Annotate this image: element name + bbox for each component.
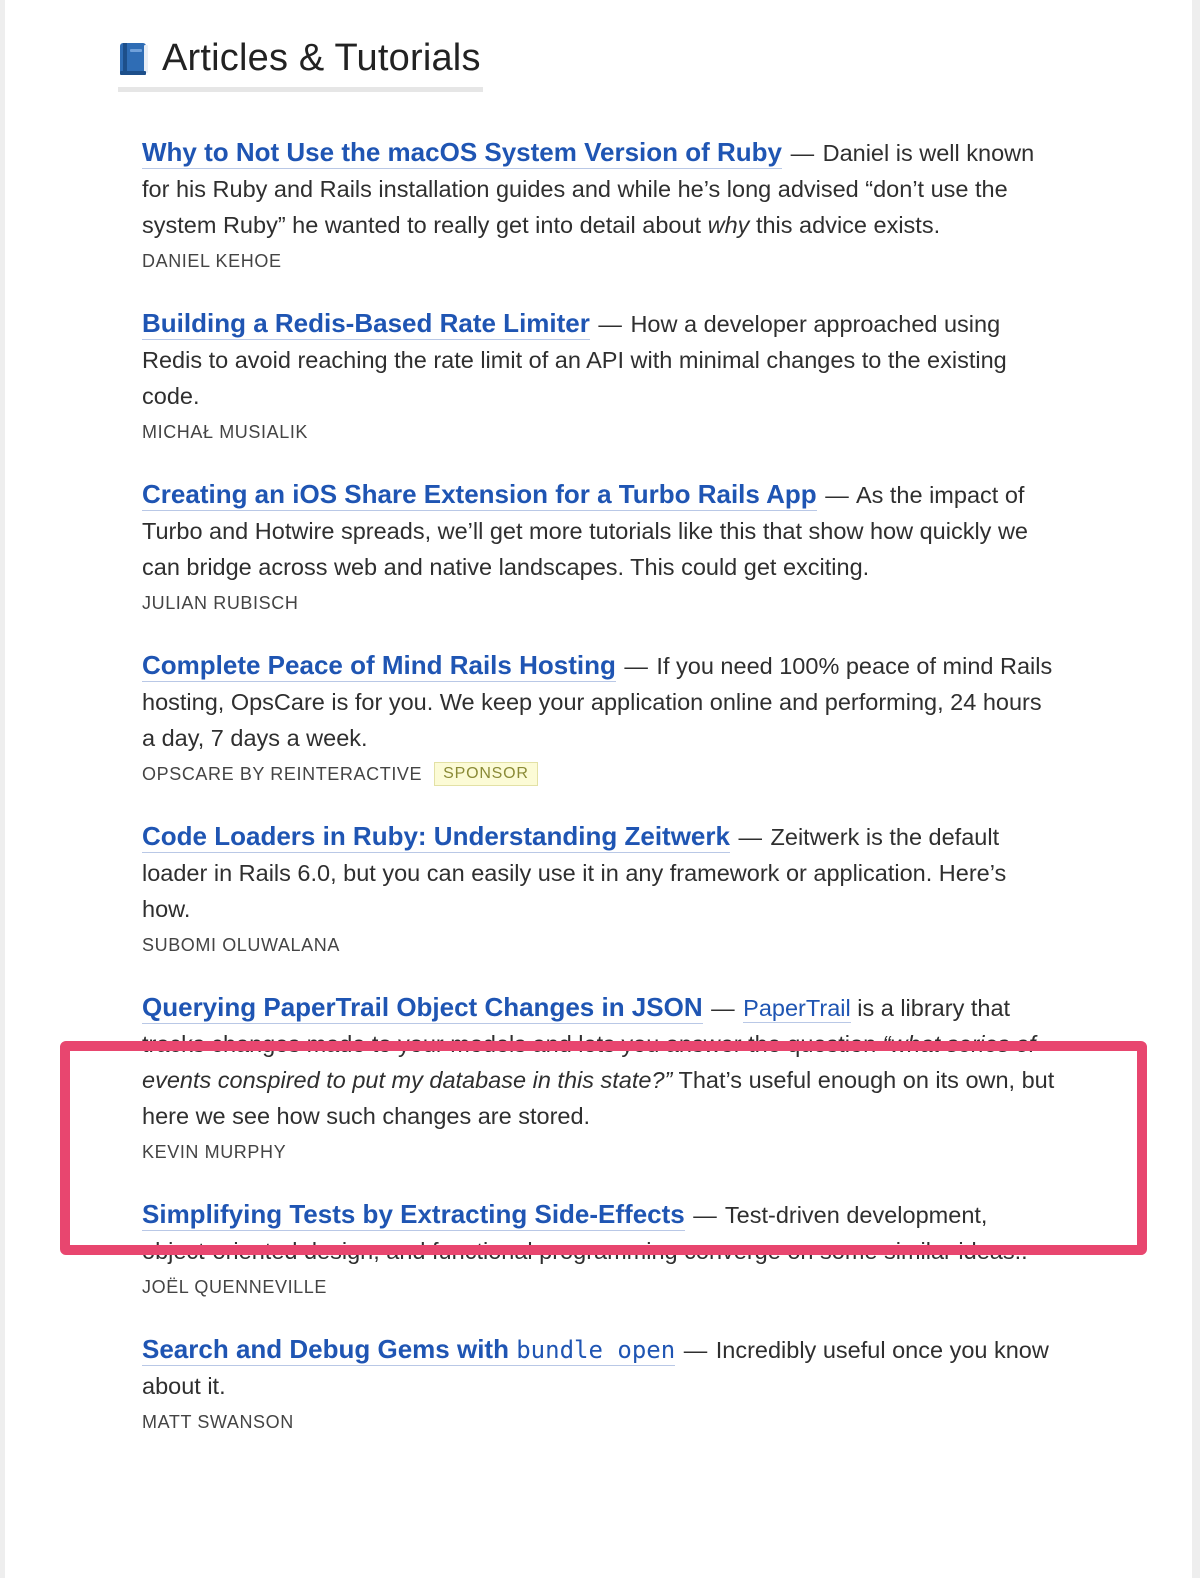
article-author: OPSCARE BY REINTERACTIVE — [142, 764, 423, 784]
author-row: DANIEL KEHOE — [142, 247, 1057, 275]
em-dash: — — [790, 140, 815, 166]
article-item: Complete Peace of Mind Rails Hosting — I… — [142, 647, 1057, 788]
author-row: JOËL QUENNEVILLE — [142, 1273, 1057, 1301]
article-body: Code Loaders in Ruby: Understanding Zeit… — [142, 818, 1057, 927]
em-dash: — — [598, 311, 622, 337]
em-dash: — — [825, 482, 849, 508]
article-title-link[interactable]: Creating an iOS Share Extension for a Tu… — [142, 479, 817, 511]
article-body: Complete Peace of Mind Rails Hosting — I… — [142, 647, 1057, 756]
left-page-edge — [0, 0, 5, 1578]
author-row: JULIAN RUBISCH — [142, 589, 1057, 617]
article-body: Creating an iOS Share Extension for a Tu… — [142, 476, 1057, 585]
section-title: Articles & Tutorials — [162, 37, 481, 79]
article-body: Querying PaperTrail Object Changes in JS… — [142, 989, 1057, 1134]
article-item: Building a Redis-Based Rate Limiter — Ho… — [142, 305, 1057, 446]
article-author: DANIEL KEHOE — [142, 251, 282, 271]
article-author: SUBOMI OLUWALANA — [142, 935, 340, 955]
article-title-link[interactable]: Querying PaperTrail Object Changes in JS… — [142, 992, 703, 1024]
author-row: KEVIN MURPHY — [142, 1138, 1057, 1166]
article-title-link[interactable]: Why to Not Use the macOS System Version … — [142, 137, 783, 169]
article-author: MICHAŁ MUSIALIK — [142, 422, 309, 442]
article-author: JOËL QUENNEVILLE — [142, 1277, 327, 1297]
section-header: Articles & Tutorials — [118, 36, 483, 92]
articles-list: Why to Not Use the macOS System Version … — [142, 134, 1057, 1436]
article-description: this advice exists. — [755, 212, 941, 238]
author-row: MATT SWANSON — [142, 1408, 1057, 1436]
author-row: OPSCARE BY REINTERACTIVE SPONSOR — [142, 760, 1057, 788]
em-dash: — — [738, 824, 763, 850]
author-row: SUBOMI OLUWALANA — [142, 931, 1057, 959]
article-description-emphasis: why — [707, 212, 750, 238]
article-body: Search and Debug Gems with bundle open —… — [142, 1331, 1057, 1404]
article-item-highlighted: Querying PaperTrail Object Changes in JS… — [142, 989, 1057, 1166]
article-title-link[interactable]: Code Loaders in Ruby: Understanding Zeit… — [142, 821, 730, 853]
em-dash: — — [624, 653, 648, 679]
article-title-link[interactable]: Building a Redis-Based Rate Limiter — [142, 308, 590, 340]
author-row: MICHAŁ MUSIALIK — [142, 418, 1057, 446]
right-page-edge — [1192, 0, 1200, 1578]
em-dash: — — [693, 1202, 717, 1228]
article-body: Why to Not Use the macOS System Version … — [142, 134, 1057, 243]
article-title-text: Search and Debug Gems with — [142, 1334, 509, 1364]
blue-book-icon — [120, 42, 148, 75]
em-dash: — — [711, 995, 735, 1021]
article-item: Creating an iOS Share Extension for a Tu… — [142, 476, 1057, 617]
article-author: JULIAN RUBISCH — [142, 593, 299, 613]
sponsor-badge: SPONSOR — [434, 762, 538, 786]
article-item: Search and Debug Gems with bundle open —… — [142, 1331, 1057, 1436]
papertrail-link[interactable]: PaperTrail — [743, 995, 851, 1023]
article-body: Building a Redis-Based Rate Limiter — Ho… — [142, 305, 1057, 414]
article-item: Simplifying Tests by Extracting Side-Eff… — [142, 1196, 1057, 1301]
article-title-link[interactable]: Simplifying Tests by Extracting Side-Eff… — [142, 1199, 685, 1231]
article-title-link[interactable]: Search and Debug Gems with bundle open — [142, 1334, 676, 1366]
article-author: MATT SWANSON — [142, 1412, 294, 1432]
em-dash: — — [683, 1337, 708, 1363]
article-body: Simplifying Tests by Extracting Side-Eff… — [142, 1196, 1057, 1269]
article-title-code: bundle open — [516, 1336, 676, 1364]
article-title-link[interactable]: Complete Peace of Mind Rails Hosting — [142, 650, 616, 682]
article-item: Why to Not Use the macOS System Version … — [142, 134, 1057, 275]
article-author: KEVIN MURPHY — [142, 1142, 287, 1162]
article-item: Code Loaders in Ruby: Understanding Zeit… — [142, 818, 1057, 959]
